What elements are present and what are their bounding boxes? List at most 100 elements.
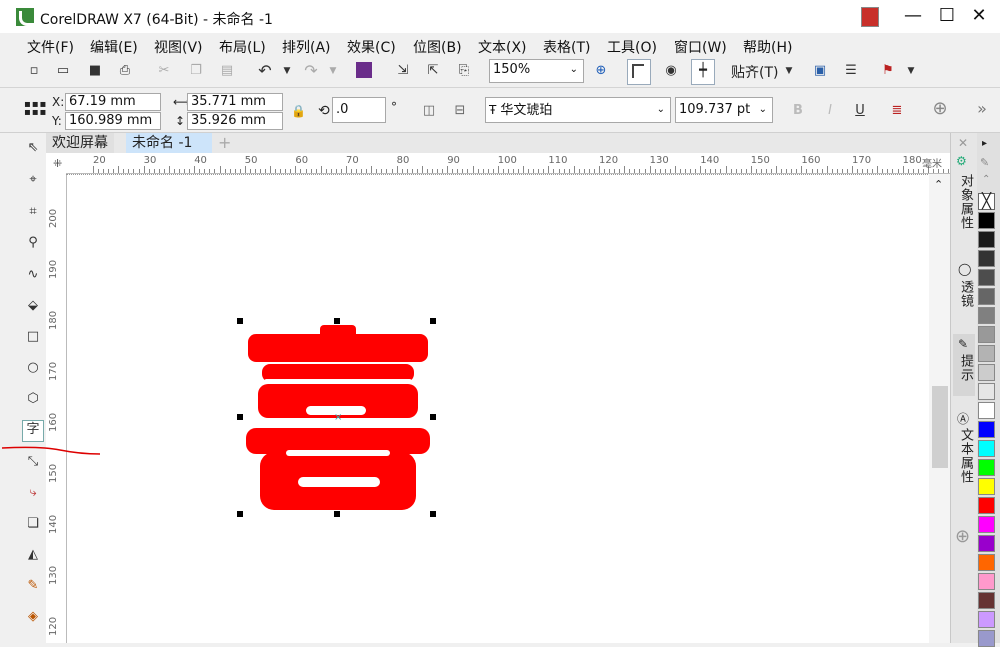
close-button[interactable]: ✕	[964, 4, 994, 28]
menu-help[interactable]: 帮助(H)	[743, 37, 792, 57]
color-swatch[interactable]	[978, 421, 995, 438]
color-swatch[interactable]	[978, 288, 995, 305]
font-list-select[interactable]: Ŧ 华文琥珀 ⌄	[485, 97, 671, 123]
color-swatch[interactable]	[978, 326, 995, 343]
cut-icon[interactable]: ✂	[156, 63, 172, 79]
export-icon[interactable]: ⇱	[425, 63, 441, 79]
color-swatch[interactable]	[978, 212, 995, 229]
selection-handle-top[interactable]	[334, 318, 340, 324]
palette-scroll-up-icon[interactable]: ▸	[982, 138, 987, 149]
color-swatch[interactable]	[978, 440, 995, 457]
palette-pin-icon[interactable]: ✎	[980, 156, 989, 169]
mirror-horizontal-icon[interactable]: ◫	[421, 103, 437, 119]
full-screen-icon[interactable]: ⊕	[593, 63, 609, 79]
zoom-level-select[interactable]: 150% ⌄	[489, 59, 584, 83]
scroll-up-icon[interactable]: ⌃	[934, 178, 943, 191]
menu-effects[interactable]: 效果(C)	[347, 37, 396, 57]
paste-icon[interactable]: ▤	[219, 63, 235, 79]
redo-dropdown-icon[interactable]: ▼	[325, 63, 341, 79]
add-icon[interactable]: ⊕	[932, 100, 948, 118]
user-account-icon[interactable]	[861, 7, 879, 27]
color-eyedropper-tool-icon[interactable]: ✎	[24, 577, 42, 595]
color-swatch[interactable]	[978, 364, 995, 381]
mirror-vertical-icon[interactable]: ⊟	[452, 103, 468, 119]
guidelines-icon[interactable]: ┿	[691, 59, 715, 85]
save-icon[interactable]: ■	[87, 63, 103, 79]
selection-handle-right[interactable]	[430, 414, 436, 420]
more-options-button[interactable]: »	[974, 101, 990, 117]
welcome-dropdown-icon[interactable]: ▼	[903, 63, 919, 79]
menu-table[interactable]: 表格(T)	[543, 37, 590, 57]
interactive-fill-tool-icon[interactable]: ◈	[24, 608, 42, 626]
center-marker-icon[interactable]: ×	[334, 412, 342, 423]
color-swatch[interactable]	[978, 402, 995, 419]
maximize-button[interactable]: ☐	[932, 4, 962, 28]
docker-tab-text-properties[interactable]: 文本属性	[953, 428, 975, 484]
docker-tab-lens[interactable]: 透镜	[953, 280, 975, 308]
docker-close-icon[interactable]: ✕	[958, 136, 968, 150]
reference-point-icon[interactable]: ▪▪▪ ▪▪▪	[24, 100, 46, 118]
chevron-up-icon[interactable]: ⌃	[982, 174, 990, 185]
app-launcher-icon[interactable]: ☰	[843, 63, 859, 79]
color-swatch[interactable]	[978, 383, 995, 400]
selection-handle-bottom[interactable]	[334, 511, 340, 517]
menu-edit[interactable]: 编辑(E)	[90, 37, 138, 57]
rectangle-tool-icon[interactable]: □	[24, 328, 42, 346]
tab-welcome[interactable]: 欢迎屏幕	[46, 133, 114, 153]
polygon-tool-icon[interactable]: ⬡	[24, 390, 42, 408]
menu-layout[interactable]: 布局(L)	[219, 37, 266, 57]
color-swatch[interactable]	[978, 459, 995, 476]
menu-arrange[interactable]: 排列(A)	[282, 37, 331, 57]
view-icon[interactable]: ◉	[663, 63, 679, 79]
color-swatch[interactable]	[978, 516, 995, 533]
selection-handle-top-right[interactable]	[430, 318, 436, 324]
print-icon[interactable]: ⎙	[117, 63, 133, 79]
lock-ratio-icon[interactable]: 🔒	[291, 104, 306, 118]
rotation-field[interactable]: .0	[332, 97, 386, 123]
width-field[interactable]: 35.771 mm	[187, 93, 283, 111]
menu-text[interactable]: 文本(X)	[478, 37, 527, 57]
add-docker-icon[interactable]: ⊕	[955, 526, 970, 547]
menu-bitmaps[interactable]: 位图(B)	[413, 37, 462, 57]
menu-window[interactable]: 窗口(W)	[674, 37, 727, 57]
underline-icon[interactable]: U	[852, 103, 868, 119]
redo-icon[interactable]: ↷	[303, 63, 319, 79]
x-position-field[interactable]: 67.19 mm	[65, 93, 161, 111]
crop-tool-icon[interactable]: ⌗	[24, 203, 42, 221]
transparency-tool-icon[interactable]: ◭	[24, 546, 42, 564]
selection-handle-bottom-left[interactable]	[237, 511, 243, 517]
docker-tab-object-properties[interactable]: 对象属性	[953, 174, 975, 230]
import-icon[interactable]: ⇲	[395, 63, 411, 79]
pick-tool-icon[interactable]: ⇖	[24, 139, 42, 157]
minimize-button[interactable]: —	[898, 4, 928, 28]
ellipse-tool-icon[interactable]: ○	[24, 359, 42, 377]
text-align-icon[interactable]: ≣	[889, 103, 905, 119]
menu-file[interactable]: 文件(F)	[27, 37, 74, 57]
color-swatch[interactable]	[978, 269, 995, 286]
selection-handle-top-left[interactable]	[237, 318, 243, 324]
bold-icon[interactable]: B	[790, 103, 806, 119]
smart-fill-tool-icon[interactable]: ⬙	[24, 297, 42, 315]
color-swatch[interactable]	[978, 611, 995, 628]
y-position-field[interactable]: 160.989 mm	[65, 112, 161, 130]
connector-tool-icon[interactable]: ⤷	[24, 484, 42, 502]
no-color-swatch[interactable]: ╳	[978, 193, 995, 210]
rulers-toggle-button[interactable]	[627, 59, 651, 85]
color-swatch[interactable]	[978, 307, 995, 324]
height-field[interactable]: 35.926 mm	[187, 112, 283, 130]
color-swatch[interactable]	[978, 478, 995, 495]
undo-icon[interactable]: ↶	[257, 63, 273, 79]
color-swatch[interactable]	[978, 345, 995, 362]
italic-icon[interactable]: I	[822, 103, 838, 119]
undo-dropdown-icon[interactable]: ▼	[279, 63, 295, 79]
snap-to-button[interactable]: 贴齐(T)	[731, 62, 778, 82]
ruler-origin-icon[interactable]: ⁜	[53, 157, 62, 170]
copy-icon[interactable]: ❐	[188, 63, 204, 79]
color-swatch[interactable]	[978, 231, 995, 248]
drop-shadow-tool-icon[interactable]: ❏	[24, 515, 42, 533]
options-icon[interactable]: ▣	[812, 63, 828, 79]
color-swatch[interactable]	[978, 554, 995, 571]
scrollbar-thumb[interactable]	[932, 386, 948, 468]
color-swatch[interactable]	[978, 535, 995, 552]
color-swatch[interactable]	[978, 592, 995, 609]
